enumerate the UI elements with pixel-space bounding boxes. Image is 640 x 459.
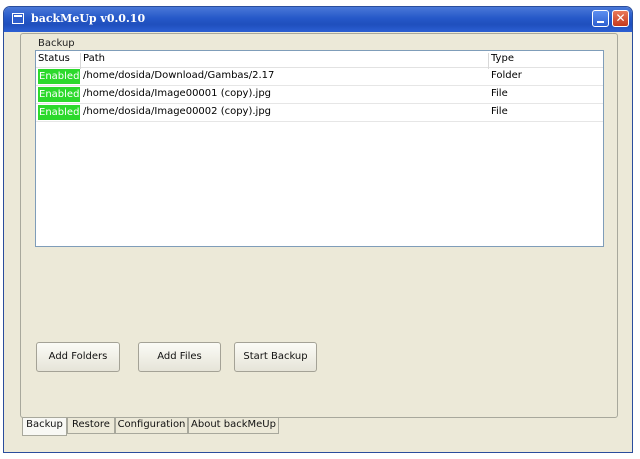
tab-about[interactable]: About backMeUp xyxy=(188,418,279,434)
column-separator[interactable] xyxy=(80,53,81,69)
list-row[interactable]: Enabled /home/dosida/Download/Gambas/2.1… xyxy=(36,68,603,86)
title-bar[interactable]: backMeUp v0.0.10 ✕ xyxy=(4,7,632,32)
list-row[interactable]: Enabled /home/dosida/Image00001 (copy).j… xyxy=(36,86,603,104)
column-header-path[interactable]: Path xyxy=(83,53,105,64)
group-label-backup: Backup xyxy=(38,38,75,49)
close-icon[interactable]: ✕ xyxy=(612,10,629,27)
tab-restore[interactable]: Restore xyxy=(67,418,115,434)
tab-panel-backup: Backup Status Path Type Enabled /home/do… xyxy=(20,33,618,418)
status-badge: Enabled xyxy=(38,69,80,84)
start-backup-button[interactable]: Start Backup xyxy=(234,342,317,372)
list-row[interactable]: Enabled /home/dosida/Image00002 (copy).j… xyxy=(36,104,603,122)
status-badge: Enabled xyxy=(38,87,80,102)
tab-configuration[interactable]: Configuration xyxy=(115,418,188,434)
column-header-status[interactable]: Status xyxy=(38,53,70,64)
column-separator[interactable] xyxy=(488,53,489,69)
type-cell: Folder xyxy=(491,70,522,81)
list-header: Status Path Type xyxy=(36,51,603,69)
column-header-type[interactable]: Type xyxy=(491,53,514,64)
type-cell: File xyxy=(491,106,508,117)
status-badge: Enabled xyxy=(38,105,80,120)
app-window: backMeUp v0.0.10 ✕ Backup Status Path Ty… xyxy=(3,6,633,453)
window-title: backMeUp v0.0.10 xyxy=(31,12,146,25)
window-app-icon[interactable] xyxy=(12,13,24,24)
backup-list[interactable]: Status Path Type Enabled /home/dosida/Do… xyxy=(35,50,604,247)
type-cell: File xyxy=(491,88,508,99)
path-cell: /home/dosida/Download/Gambas/2.17 xyxy=(83,70,275,81)
minimize-icon[interactable] xyxy=(592,10,609,27)
add-files-button[interactable]: Add Files xyxy=(138,342,221,372)
path-cell: /home/dosida/Image00001 (copy).jpg xyxy=(83,88,272,99)
path-cell: /home/dosida/Image00002 (copy).jpg xyxy=(83,106,272,117)
add-folders-button[interactable]: Add Folders xyxy=(36,342,120,372)
tab-backup[interactable]: Backup xyxy=(22,418,67,436)
